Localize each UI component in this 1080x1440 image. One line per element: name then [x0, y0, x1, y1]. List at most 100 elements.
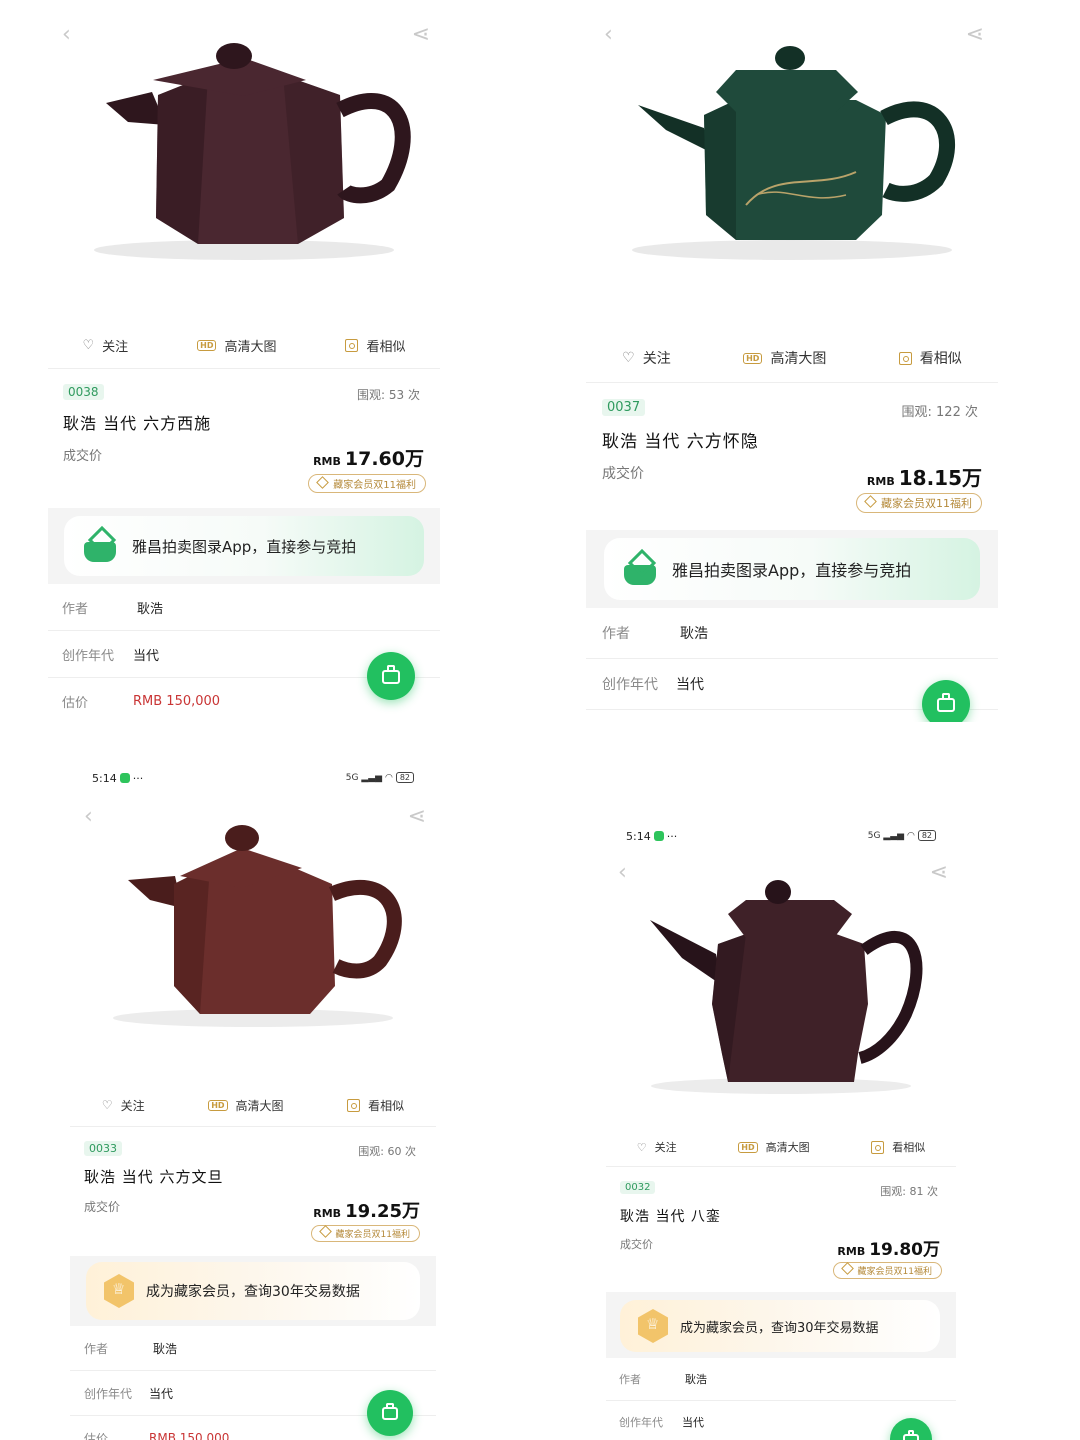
crown-badge-icon [104, 1274, 134, 1308]
follow-button[interactable]: ♡ 关注 [82, 336, 128, 355]
share-icon[interactable]: ⋖ [930, 860, 948, 885]
similar-label: 看相似 [366, 339, 406, 355]
lot-title: 耿浩 当代 六方文旦 [84, 1168, 224, 1186]
teapot-image [94, 43, 411, 260]
author-value: 耿浩 [153, 1341, 178, 1356]
status-bar-time: 5:14 ··· [626, 830, 678, 843]
era-key: 创作年代 [619, 1416, 663, 1429]
heart-icon: ♡ [636, 1140, 647, 1154]
author-row: 作者 耿浩 [48, 584, 440, 631]
author-value: 耿浩 [680, 626, 708, 642]
back-icon[interactable]: ‹ [604, 22, 613, 47]
briefcase-fab-button[interactable] [922, 680, 970, 722]
follow-button[interactable]: ♡ 关注 [622, 348, 671, 368]
lot-photo[interactable]: ‹ ⋖ [70, 796, 436, 1080]
lot-number-badge: 0037 [602, 399, 646, 416]
similar-icon [871, 1140, 885, 1154]
currency-label: RMB [837, 1245, 866, 1258]
member-offer-badge[interactable]: 藏家会员双11福利 [310, 1225, 420, 1242]
back-icon[interactable]: ‹ [84, 804, 93, 829]
back-icon[interactable]: ‹ [618, 860, 627, 885]
hd-label: 高清大图 [765, 1141, 810, 1154]
lot-title: 耿浩 当代 六方怀隐 [602, 432, 759, 452]
author-key: 作者 [602, 626, 630, 642]
teapot-spout [106, 92, 166, 125]
app-promo-banner[interactable]: 雅昌拍卖图录App，直接参与竞拍 [604, 538, 980, 600]
estimate-value: RMB 150,000 [133, 693, 221, 709]
teapot-image [632, 46, 955, 260]
app-promo-banner[interactable]: 雅昌拍卖图录App，直接参与竞拍 [64, 516, 424, 576]
deal-price: RMB 18.15万 [867, 462, 982, 491]
hd-icon: HD [743, 352, 763, 364]
era-value: 当代 [676, 677, 704, 693]
era-key: 创作年代 [62, 648, 115, 664]
briefcase-fab-button[interactable] [367, 1390, 413, 1436]
diamond-icon [840, 1262, 854, 1275]
view-similar-button[interactable]: 看相似 [871, 1139, 925, 1155]
promo-section: 成为藏家会员，查询30年交易数据 [70, 1256, 436, 1326]
view-similar-button[interactable]: 看相似 [345, 336, 406, 355]
signal-icon: 5G [345, 773, 359, 783]
deal-price-label: 成交价 [63, 449, 103, 464]
similar-icon [347, 1098, 361, 1112]
lot-photo[interactable]: ‹ ⋖ [48, 0, 440, 318]
price-value: 19.25万 [345, 1201, 420, 1222]
teapot-lid [728, 900, 852, 938]
banner-text: 成为藏家会员，查询30年交易数据 [680, 1320, 879, 1336]
action-bar: ♡ 关注 HD 高清大图 看相似 [606, 1136, 956, 1158]
lot-number-badge: 0032 [620, 1181, 656, 1194]
banner-text: 雅昌拍卖图录App，直接参与竞拍 [132, 537, 357, 556]
estimate-key: 估价 [84, 1431, 109, 1440]
similar-icon [898, 351, 912, 365]
lot-photo[interactable]: ‹ ⋖ [586, 0, 998, 330]
author-value: 耿浩 [685, 1373, 707, 1386]
divider [586, 382, 998, 383]
teapot-spout [128, 876, 182, 908]
era-value: 当代 [133, 648, 160, 664]
author-key: 作者 [84, 1341, 109, 1356]
lot-number-badge: 0033 [84, 1141, 122, 1156]
lot-photo[interactable]: ‹ ⋖ [606, 854, 956, 1126]
teapot-image [113, 825, 402, 1027]
view-count: 围观: 81 次 [880, 1185, 938, 1198]
action-bar: ♡ 关注 HD 高清大图 看相似 [48, 332, 440, 358]
diamond-icon [864, 495, 877, 508]
share-icon[interactable]: ⋖ [412, 22, 430, 47]
follow-button[interactable]: ♡ 关注 [102, 1097, 145, 1114]
hd-image-button[interactable]: HD 高清大图 [197, 336, 277, 355]
hd-image-button[interactable]: HD 高清大图 [743, 348, 826, 368]
heart-icon: ♡ [622, 350, 635, 366]
member-promo-banner[interactable]: 成为藏家会员，查询30年交易数据 [86, 1262, 420, 1320]
back-icon[interactable]: ‹ [62, 22, 71, 47]
currency-label: RMB [313, 455, 341, 468]
follow-button[interactable]: ♡ 关注 [637, 1139, 677, 1155]
promo-section: 雅昌拍卖图录App，直接参与竞拍 [586, 530, 998, 608]
share-icon[interactable]: ⋖ [408, 804, 426, 829]
share-icon[interactable]: ⋖ [966, 22, 984, 47]
battery-icon: 82 [395, 772, 414, 783]
lot-title: 耿浩 当代 八銮 [620, 1209, 721, 1225]
author-key: 作者 [62, 601, 89, 617]
lot-number-badge: 0038 [63, 384, 104, 400]
hd-image-button[interactable]: HD 高清大图 [208, 1097, 284, 1114]
action-bar: ♡ 关注 HD 高清大图 看相似 [70, 1093, 436, 1117]
teapot-spout [638, 105, 710, 152]
briefcase-fab-button[interactable] [367, 652, 415, 700]
member-offer-badge[interactable]: 藏家会员双11福利 [856, 493, 982, 513]
teapot-handle [880, 101, 955, 202]
member-offer-badge[interactable]: 藏家会员双11福利 [832, 1262, 942, 1279]
deal-price: RMB 19.80万 [837, 1235, 940, 1260]
follow-label: 关注 [642, 351, 671, 367]
member-offer-label: 藏家会员双11福利 [881, 497, 972, 510]
signal-icon: 5G [867, 831, 881, 841]
price-value: 17.60万 [344, 448, 424, 470]
era-value: 当代 [682, 1416, 704, 1429]
hd-image-button[interactable]: HD 高清大图 [738, 1139, 810, 1155]
member-promo-banner[interactable]: 成为藏家会员，查询30年交易数据 [620, 1300, 940, 1352]
era-key: 创作年代 [602, 677, 658, 693]
view-similar-button[interactable]: 看相似 [898, 348, 962, 368]
member-offer-badge[interactable]: 藏家会员双11福利 [308, 474, 426, 493]
deal-price-label: 成交价 [84, 1200, 121, 1214]
view-similar-button[interactable]: 看相似 [347, 1097, 404, 1114]
price-value: 18.15万 [898, 466, 982, 490]
